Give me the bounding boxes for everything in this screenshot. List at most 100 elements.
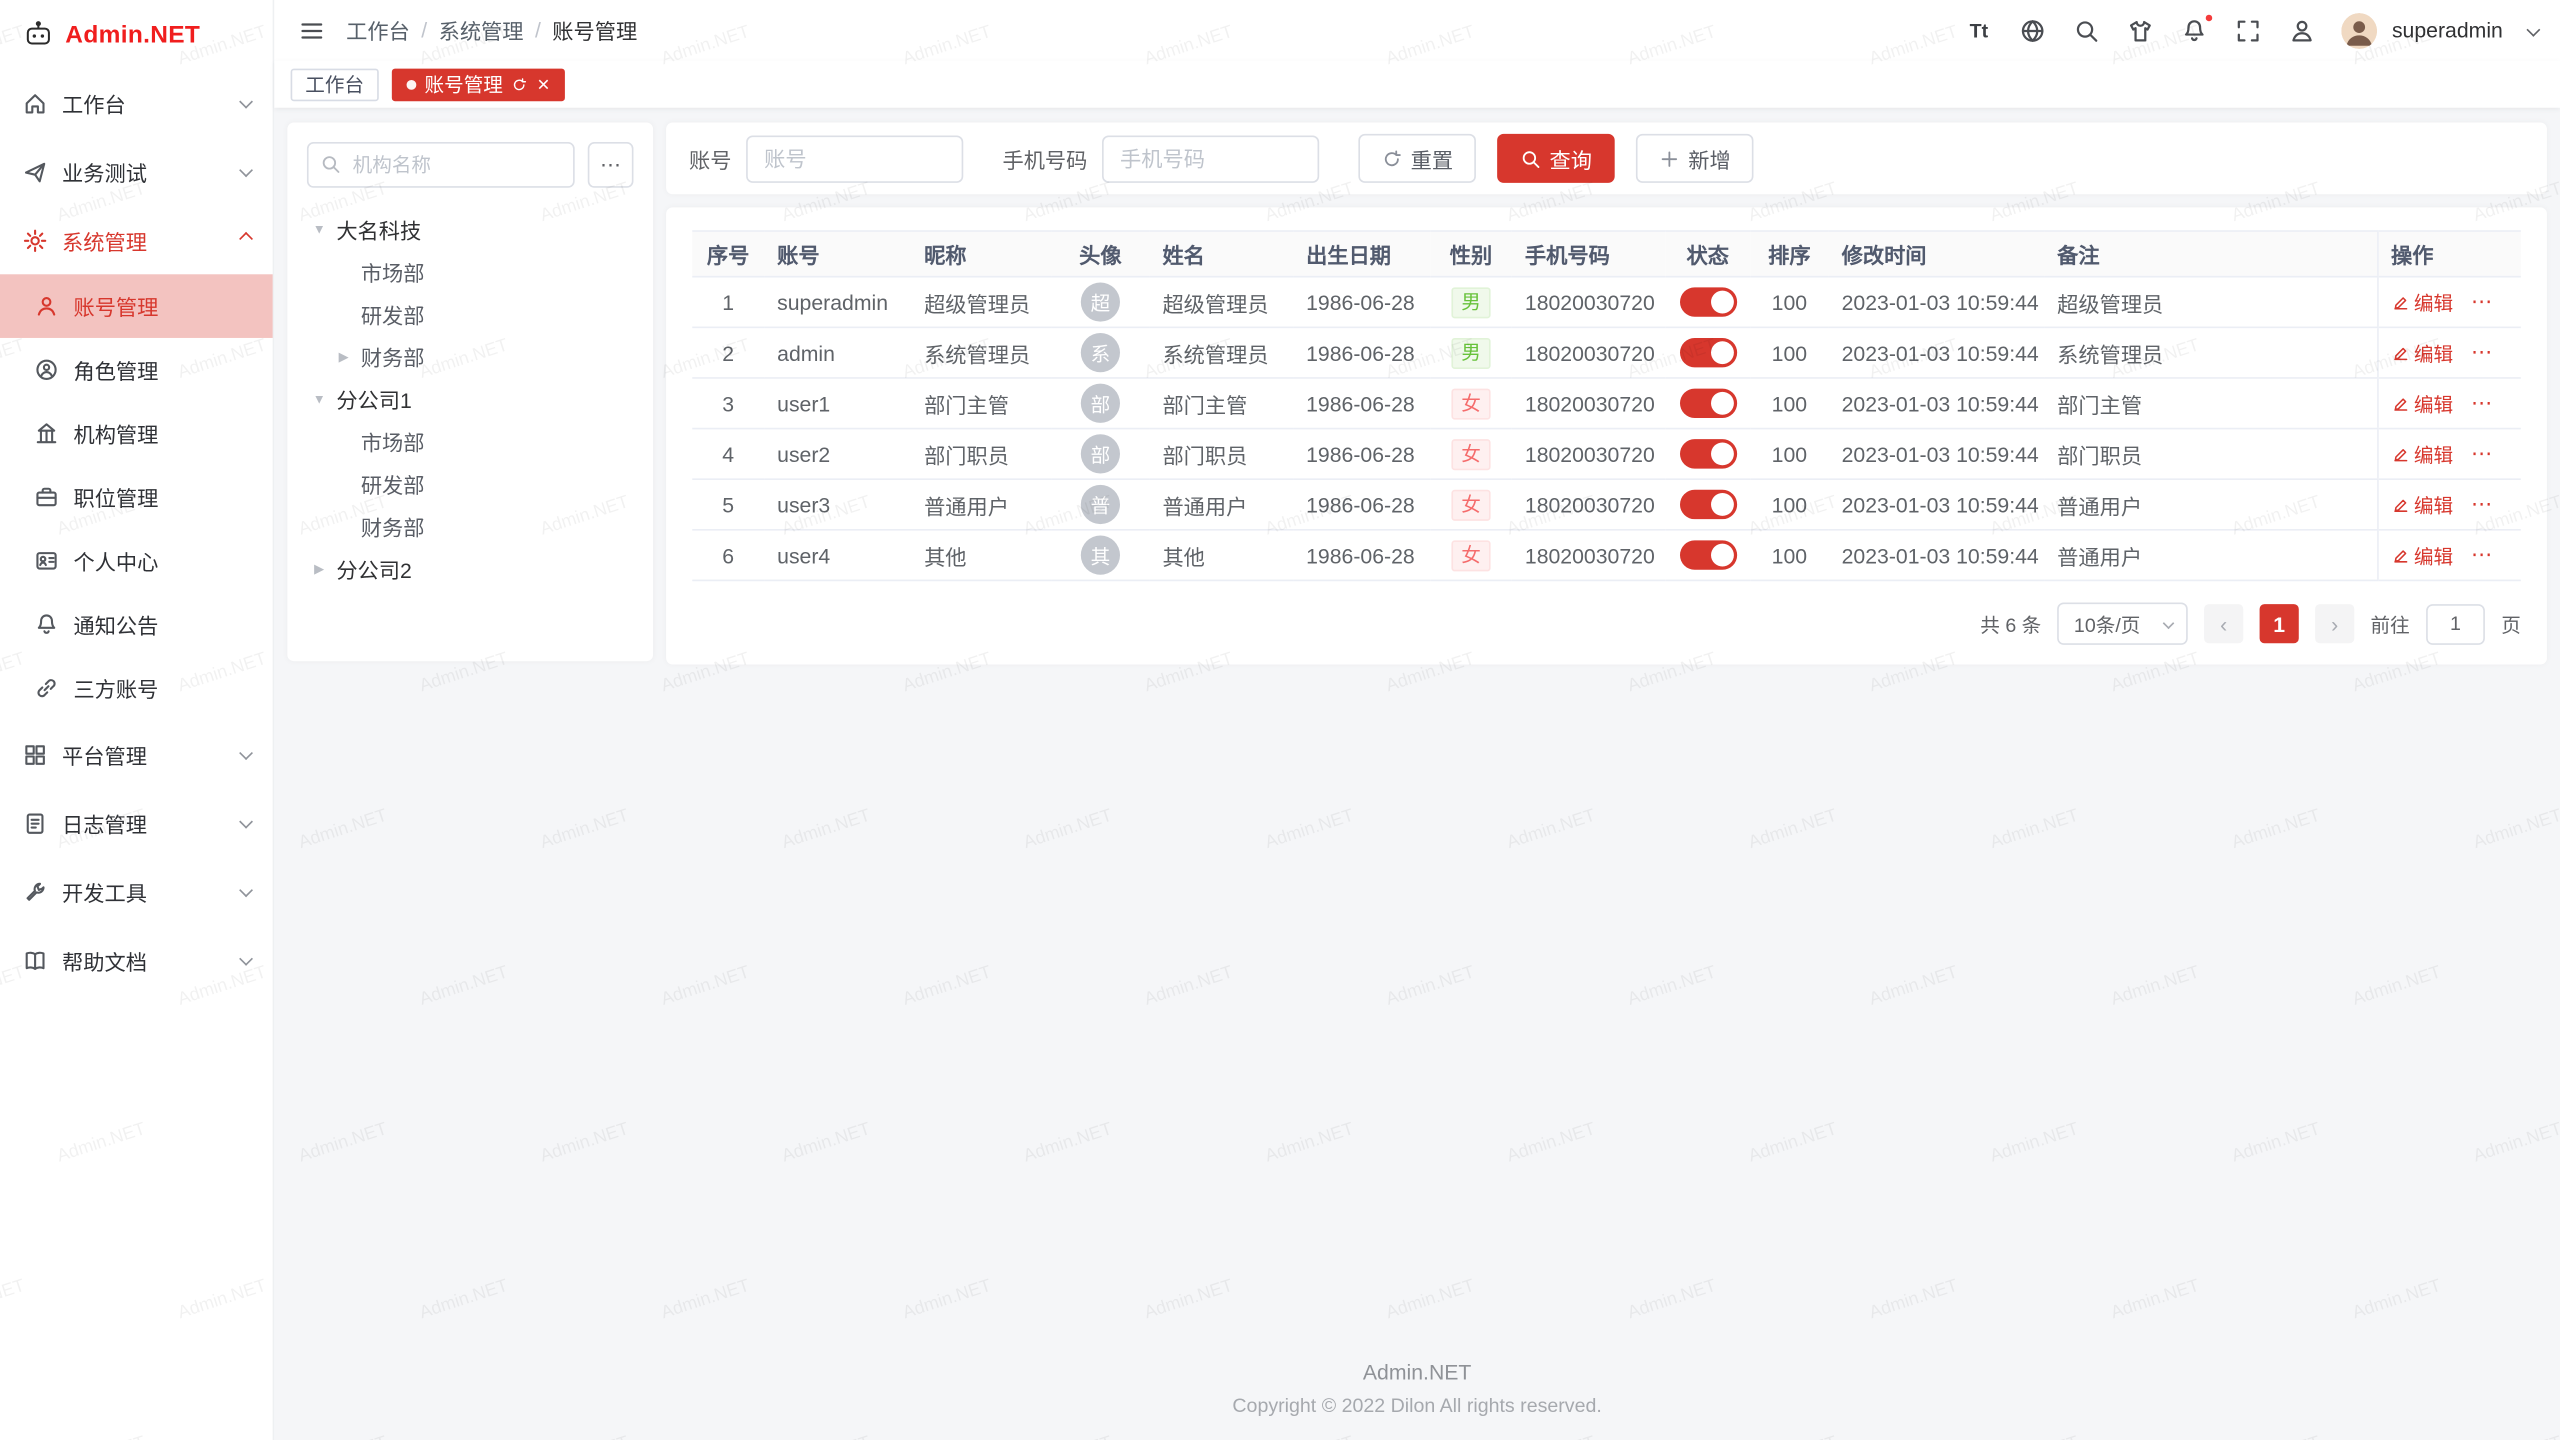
caret-down-icon[interactable]: ▼ (310, 391, 328, 406)
avatar[interactable] (2341, 12, 2377, 48)
edit-icon (2391, 394, 2409, 412)
tree-node[interactable]: 研发部 (307, 462, 634, 504)
gender-badge: 女 (1451, 489, 1490, 520)
page-size-select[interactable]: 10条/页 (2058, 602, 2188, 644)
goto-page-input[interactable] (2426, 603, 2485, 644)
close-icon[interactable]: × (537, 73, 549, 94)
sidebar-item-workbench[interactable]: 工作台 (0, 69, 273, 138)
next-page-button[interactable]: › (2315, 604, 2354, 643)
cell-nickname: 普通用户 (911, 479, 1051, 530)
tree-node[interactable]: 市场部 (307, 250, 634, 292)
tool-icon (23, 879, 47, 903)
edit-button[interactable]: 编辑 (2391, 339, 2453, 367)
phone-input[interactable] (1102, 135, 1319, 182)
gender-badge: 男 (1451, 287, 1490, 318)
status-toggle[interactable] (1679, 540, 1736, 569)
footer-title: Admin.NET (274, 1360, 2560, 1384)
sidebar-item-help-docs[interactable]: 帮助文档 (0, 926, 273, 995)
edit-button[interactable]: 编辑 (2391, 440, 2453, 468)
search-icon[interactable] (2072, 16, 2101, 45)
cell-birth-date: 1986-06-28 (1293, 479, 1430, 530)
breadcrumb-separator: / (421, 18, 427, 42)
caret-right-icon[interactable]: ▶ (335, 349, 353, 364)
col-remark: 备注 (2044, 231, 2377, 277)
breadcrumb-item[interactable]: 系统管理 (439, 15, 524, 46)
sidebar-item-label: 工作台 (62, 87, 225, 118)
tree-node[interactable]: ▶财务部 (307, 335, 634, 377)
cell-modified-time: 2023-01-03 10:59:44 (1829, 277, 2045, 328)
page-unit-label: 页 (2501, 610, 2521, 638)
status-toggle[interactable] (1679, 389, 1736, 418)
col-modified-time: 修改时间 (1829, 231, 2045, 277)
edit-button[interactable]: 编辑 (2391, 541, 2453, 569)
tree-node[interactable]: 研发部 (307, 292, 634, 334)
cell-gender: 女 (1430, 378, 1512, 429)
username[interactable]: superadmin (2392, 18, 2503, 42)
sidebar-item-position-management[interactable]: 职位管理 (0, 465, 273, 529)
caret-down-icon[interactable]: ▼ (310, 221, 328, 236)
user-icon[interactable] (2287, 16, 2316, 45)
row-more-button[interactable]: ⋯ (2471, 441, 2494, 467)
cell-name: 系统管理员 (1149, 327, 1293, 378)
theme-icon[interactable] (2126, 16, 2155, 45)
prev-page-button[interactable]: ‹ (2204, 604, 2243, 643)
status-toggle[interactable] (1679, 439, 1736, 468)
tree-node[interactable]: ▶分公司2 (307, 547, 634, 589)
row-more-button[interactable]: ⋯ (2471, 491, 2494, 517)
chevron-down-icon[interactable] (2526, 22, 2540, 36)
home-icon (23, 91, 47, 115)
search-button[interactable]: 查询 (1497, 134, 1615, 183)
row-more-button[interactable]: ⋯ (2471, 542, 2494, 568)
edit-button[interactable]: 编辑 (2391, 288, 2453, 316)
sidebar-item-account-management[interactable]: 账号管理 (0, 274, 273, 338)
row-actions: 编辑 ⋯ (2391, 389, 2508, 417)
tree-node[interactable]: ▼分公司1 (307, 377, 634, 419)
sidebar-item-personal-center[interactable]: 个人中心 (0, 529, 273, 593)
cell-account: user3 (764, 479, 911, 530)
tree-more-button[interactable]: ⋯ (588, 142, 634, 188)
tree-node[interactable]: ▼大名科技 (307, 207, 634, 249)
tab-workbench[interactable]: 工作台 (291, 68, 379, 101)
sidebar-item-role-management[interactable]: 角色管理 (0, 338, 273, 402)
cell-sort: 100 (1750, 479, 1828, 530)
sidebar-item-dev-tools[interactable]: 开发工具 (0, 857, 273, 926)
notification-button[interactable] (2180, 16, 2209, 45)
page-1-button[interactable]: 1 (2260, 604, 2299, 643)
goto-label: 前往 (2371, 610, 2410, 638)
add-button[interactable]: 新增 (1636, 134, 1754, 183)
edit-icon (2391, 293, 2409, 311)
sidebar-item-notice-announcement[interactable]: 通知公告 (0, 593, 273, 657)
row-more-button[interactable]: ⋯ (2471, 289, 2494, 315)
row-more-button[interactable]: ⋯ (2471, 390, 2494, 416)
org-search-input[interactable] (307, 142, 575, 188)
sidebar-item-platform-management[interactable]: 平台管理 (0, 720, 273, 789)
tab-account-management[interactable]: 账号管理× (392, 68, 564, 101)
status-toggle[interactable] (1679, 287, 1736, 316)
hamburger-icon[interactable] (297, 16, 326, 45)
tree-node[interactable]: 市场部 (307, 420, 634, 462)
tree-node[interactable]: 财务部 (307, 504, 634, 546)
globe-icon[interactable] (2018, 16, 2047, 45)
sidebar-item-third-party-account[interactable]: 三方账号 (0, 656, 273, 720)
sidebar-item-org-management[interactable]: 机构管理 (0, 402, 273, 466)
row-more-button[interactable]: ⋯ (2471, 340, 2494, 366)
edit-button[interactable]: 编辑 (2391, 389, 2453, 417)
account-input[interactable] (746, 135, 963, 182)
sidebar-item-log-management[interactable]: 日志管理 (0, 789, 273, 858)
logo-text: Admin.NET (65, 20, 200, 48)
status-toggle[interactable] (1679, 490, 1736, 519)
breadcrumb-item[interactable]: 工作台 (346, 15, 410, 46)
sidebar-item-system-management[interactable]: 系统管理 (0, 206, 273, 275)
sidebar-item-business-test[interactable]: 业务测试 (0, 137, 273, 206)
reset-button[interactable]: 重置 (1358, 134, 1476, 183)
fullscreen-icon[interactable] (2234, 16, 2263, 45)
font-size-icon[interactable]: Tt (1964, 16, 1993, 45)
edit-icon (2391, 445, 2409, 463)
refresh-icon[interactable] (511, 76, 527, 92)
search-icon (320, 153, 341, 174)
breadcrumb-item[interactable]: 账号管理 (552, 15, 637, 46)
status-toggle[interactable] (1679, 338, 1736, 367)
edit-button[interactable]: 编辑 (2391, 491, 2453, 519)
caret-right-icon[interactable]: ▶ (310, 561, 328, 576)
logo[interactable]: Admin.NET (0, 0, 273, 69)
